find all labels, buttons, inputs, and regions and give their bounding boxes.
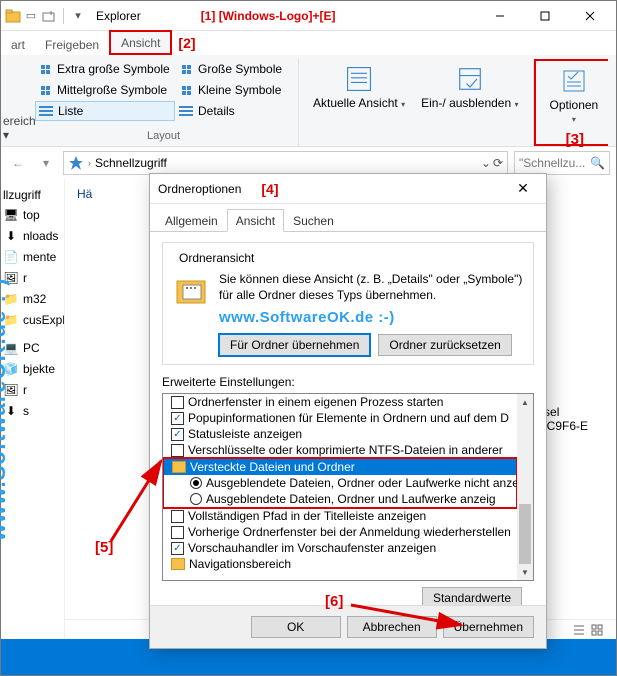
tab-freigeben[interactable]: Freigeben	[35, 34, 109, 55]
tree-item[interactable]: Statusleiste anzeigen	[163, 426, 517, 442]
nav-back-icon[interactable]: ←	[7, 152, 29, 174]
sidebar-item[interactable]: llzugriff	[1, 187, 64, 203]
tab-ansicht[interactable]: Ansicht	[109, 30, 172, 55]
sidebar-item[interactable]: 🖥top	[1, 206, 64, 224]
dlg-tab-suchen[interactable]: Suchen	[284, 209, 343, 232]
ribbon-tabs: art Freigeben Ansicht [2]	[1, 31, 616, 55]
documents-icon: 📄	[3, 249, 19, 265]
close-button[interactable]	[567, 2, 612, 30]
reset-folders-button[interactable]: Ordner zurücksetzen	[378, 334, 511, 356]
tree-item[interactable]: Vorschauhandler im Vorschaufenster anzei…	[163, 540, 517, 556]
chevron-down-icon[interactable]: ▾	[35, 152, 57, 174]
options-button[interactable]: Optionen▾	[542, 61, 607, 137]
folder-view-fieldset: Ordneransicht Sie können diese Ansicht (…	[162, 242, 534, 365]
tree-group-hidden[interactable]: Versteckte Dateien und Ordner	[164, 459, 516, 475]
current-view-button[interactable]: Aktuelle Ansicht ▾	[305, 59, 413, 135]
address-box[interactable]: › Schnellzugriff ⌄⟳	[63, 151, 508, 175]
tree-scrollbar[interactable]: ▲ ▼	[517, 394, 533, 580]
folder-icon	[171, 558, 185, 570]
view-icons-icon[interactable]	[590, 623, 604, 637]
layout-list[interactable]: Liste	[35, 101, 175, 121]
apply-to-folders-button[interactable]: Für Ordner übernehmen	[219, 334, 370, 356]
show-hide-button[interactable]: Ein-/ ausblenden ▾	[413, 59, 526, 135]
address-text: Schnellzugriff	[95, 156, 167, 170]
fieldset-text: Sie können diese Ansicht (z. B. „Details…	[219, 271, 525, 303]
folder-view-icon	[171, 271, 211, 311]
tree-radio-show[interactable]: Ausgeblendete Dateien, Ordner und Laufwe…	[164, 491, 516, 507]
tree-item[interactable]: Vollständigen Pfad in der Titelleiste an…	[163, 508, 517, 524]
ribbon-group-truncated: ereich▾	[1, 59, 29, 146]
dialog-title: Ordneroptionen	[158, 182, 241, 196]
minimize-button[interactable]	[477, 2, 522, 30]
dropdown-icon[interactable]: ▾	[70, 8, 86, 24]
tree-radio-hide[interactable]: Ausgeblendete Dateien, Ordner oder Laufw…	[164, 475, 516, 491]
watermark-rotated: www.SoftwareOK.de :-)	[0, 278, 11, 541]
tree-item[interactable]: Popupinformationen für Elemente in Ordne…	[163, 410, 517, 426]
options-icon	[558, 65, 590, 97]
dialog-titlebar[interactable]: Ordneroptionen [4] ✕	[150, 174, 546, 204]
annotation-6: [6]	[325, 593, 343, 610]
new-folder-icon[interactable]	[41, 8, 57, 24]
scroll-thumb[interactable]	[519, 504, 531, 564]
chevron-right-icon[interactable]: ›	[88, 158, 91, 168]
watermark-text: www.SoftwareOK.de :-)	[219, 309, 525, 326]
layout-small-icons[interactable]: Kleine Symbole	[176, 80, 286, 100]
quickaccess-icon	[68, 155, 84, 171]
layout-medium-icons[interactable]: Mittelgroße Symbole	[35, 80, 175, 100]
current-view-icon	[343, 63, 375, 95]
arrow-6	[341, 595, 481, 638]
folder-options-dialog: Ordneroptionen [4] ✕ Allgemein Ansicht S…	[149, 173, 547, 649]
layout-details[interactable]: Details	[176, 101, 286, 121]
tree-item[interactable]: Verschlüsselte oder komprimierte NTFS-Da…	[163, 442, 517, 458]
window-title: Explorer	[96, 9, 141, 23]
sidebar-item[interactable]: ⬇nloads	[1, 227, 64, 245]
advanced-settings-tree[interactable]: Ordnerfenster in einem eigenen Prozess s…	[162, 393, 534, 581]
tree-group-nav[interactable]: Navigationsbereich	[163, 556, 517, 572]
desktop-icon: 🖥	[3, 207, 19, 223]
tree-item[interactable]: Ordnerfenster in einem eigenen Prozess s…	[163, 394, 517, 410]
search-placeholder: "Schnellzu...	[519, 156, 585, 170]
dialog-tabs: Allgemein Ansicht Suchen	[150, 204, 546, 232]
annotation-3: [3]	[566, 131, 584, 148]
annotation-5: [5]	[95, 539, 113, 556]
fieldset-legend: Ordneransicht	[175, 251, 258, 265]
dlg-tab-allgemein[interactable]: Allgemein	[156, 209, 227, 232]
scroll-up-icon[interactable]: ▲	[517, 394, 533, 410]
show-hide-icon	[454, 63, 486, 95]
tree-item[interactable]: Vorherige Ordnerfenster bei der Anmeldun…	[163, 524, 517, 540]
view-details-icon[interactable]	[572, 623, 586, 637]
refresh-icon[interactable]: ⟳	[493, 156, 503, 170]
addr-dropdown-icon[interactable]: ⌄	[481, 156, 491, 170]
search-box[interactable]: "Schnellzu... 🔍	[514, 151, 610, 175]
ribbon: ereich▾ Extra große Symbole Große Symbol…	[1, 55, 616, 147]
props-icon[interactable]: ▭	[23, 8, 39, 24]
layout-large-icons[interactable]: Große Symbole	[176, 59, 286, 79]
layout-gallery[interactable]: Extra große Symbole Große Symbole Mittel…	[35, 59, 292, 130]
layout-group-label: Layout	[35, 130, 292, 146]
ok-button[interactable]: OK	[251, 616, 341, 638]
search-icon: 🔍	[590, 156, 605, 170]
advanced-label: Erweiterte Einstellungen:	[162, 375, 534, 389]
titlebar: ▭ ▾ Explorer [1] [Windows-Logo]+[E]	[1, 1, 616, 31]
explorer-icon	[5, 8, 21, 24]
layout-xl-icons[interactable]: Extra große Symbole	[35, 59, 175, 79]
maximize-button[interactable]	[522, 2, 567, 30]
annotation-4: [4]	[261, 181, 278, 197]
downloads-icon: ⬇	[3, 228, 19, 244]
dlg-tab-ansicht[interactable]: Ansicht	[227, 209, 284, 232]
tab-start[interactable]: art	[1, 34, 35, 55]
annotation-2: [2]	[178, 35, 195, 51]
sidebar-item[interactable]: 📄mente	[1, 248, 64, 266]
scroll-down-icon[interactable]: ▼	[517, 564, 533, 580]
dialog-close-icon[interactable]: ✕	[508, 180, 538, 197]
annotation-1: [1] [Windows-Logo]+[E]	[201, 9, 336, 23]
